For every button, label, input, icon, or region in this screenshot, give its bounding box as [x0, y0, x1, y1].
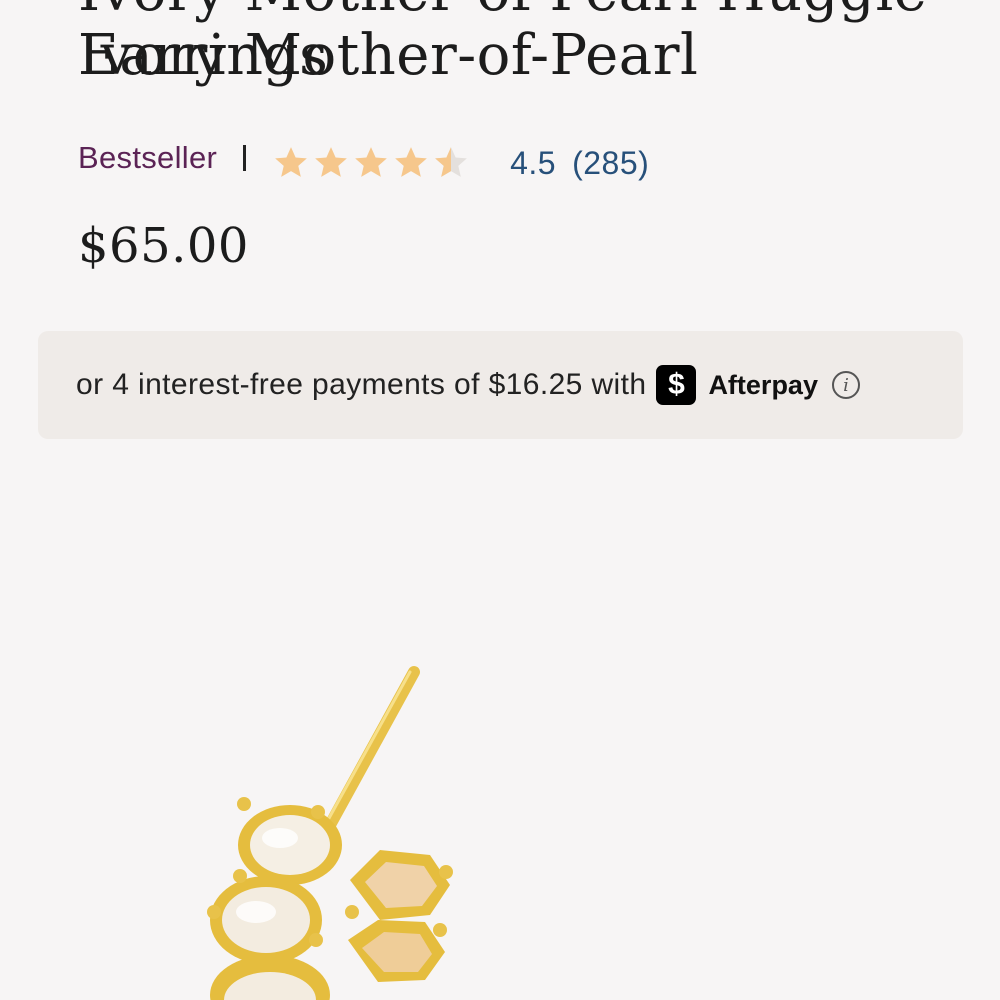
product-page: Ivory Mother-of-Pearl Huggie Earrings Iv…: [0, 0, 1000, 1000]
star-icon: [395, 147, 427, 177]
product-title: Ivory Mother-of-Pearl Huggie Earrings Iv…: [78, 0, 978, 88]
right-earring: [345, 850, 453, 982]
bestseller-badge: Bestseller: [78, 140, 218, 175]
afterpay-logo-icon: $: [656, 365, 697, 405]
left-earring: [207, 797, 342, 1000]
afterpay-banner: or 4 interest-free payments of $16.25 wi…: [38, 331, 963, 439]
afterpay-message: or 4 interest-free payments of $16.25 wi…: [76, 368, 647, 401]
product-meta-row: Bestseller 4.5 (285): [78, 128, 649, 188]
product-title-line-2: Ivory Mother-of-Pearl: [78, 23, 699, 88]
rating-value[interactable]: 4.5: [510, 145, 556, 182]
product-title-line-1: Ivory Mother-of-Pearl Huggie Earrings: [78, 0, 927, 88]
star-icon: [315, 147, 347, 177]
earring-post: [324, 666, 420, 831]
product-price: $65.00: [78, 218, 249, 274]
meta-divider: [243, 145, 247, 171]
star-rating[interactable]: [272, 144, 470, 182]
star-icon: [275, 147, 307, 177]
half-star-icon: [435, 147, 467, 177]
star-icon: [355, 147, 387, 177]
review-count-link[interactable]: (285): [572, 145, 649, 182]
info-icon[interactable]: i: [831, 371, 860, 399]
afterpay-brand: Afterpay: [708, 369, 818, 400]
product-image[interactable]: [0, 460, 1000, 1000]
